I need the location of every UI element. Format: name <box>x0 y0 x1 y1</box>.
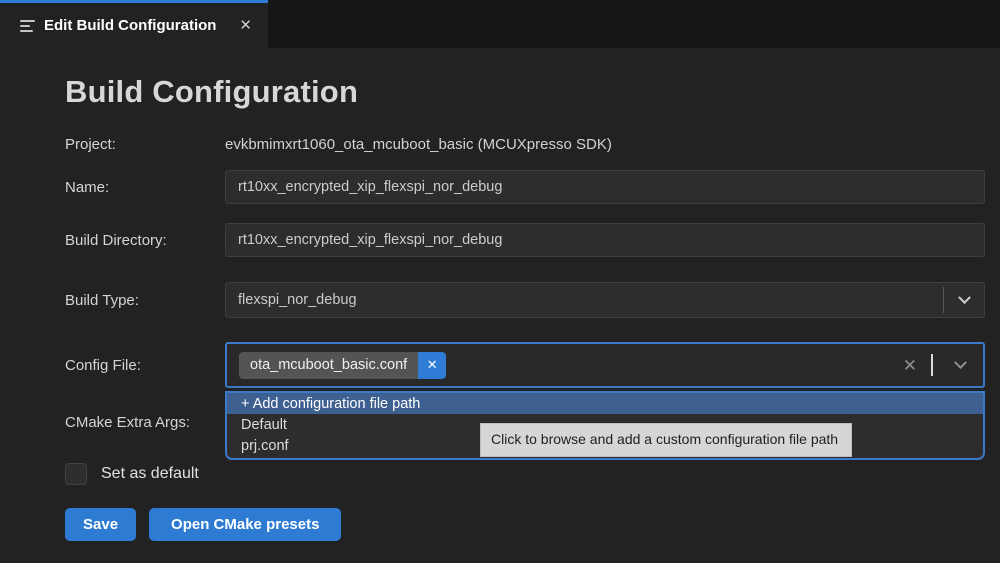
project-value: evkbmimxrt1060_ota_mcuboot_basic (MCUXpr… <box>225 136 612 153</box>
name-input[interactable] <box>225 170 985 204</box>
tab-edit-build-configuration[interactable]: Edit Build Configuration ✕ <box>0 0 268 48</box>
build-config-list-icon <box>20 19 35 32</box>
build-directory-label: Build Directory: <box>65 231 167 249</box>
browse-tooltip: Click to browse and add a custom configu… <box>480 423 852 458</box>
save-button[interactable]: Save <box>65 508 137 541</box>
clear-all-icon[interactable]: ✕ <box>903 357 917 374</box>
chevron-down-icon[interactable] <box>944 290 984 305</box>
tab-title: Edit Build Configuration <box>44 17 217 34</box>
name-row: Name: <box>65 170 985 204</box>
set-as-default-checkbox[interactable] <box>65 463 87 485</box>
build-type-label: Build Type: <box>65 291 139 309</box>
name-label: Name: <box>65 178 110 196</box>
build-directory-input[interactable] <box>225 223 985 257</box>
config-file-label: Config File: <box>65 356 141 374</box>
project-label: Project: <box>65 136 116 153</box>
config-file-chip-label: ota_mcuboot_basic.conf <box>239 351 419 379</box>
config-file-chip: ota_mcuboot_basic.conf ✕ <box>239 351 447 379</box>
text-caret <box>931 354 933 376</box>
open-cmake-presets-button[interactable]: Open CMake presets <box>149 508 342 541</box>
config-file-multiselect[interactable]: ota_mcuboot_basic.conf ✕ ✕ <box>225 342 985 388</box>
dropdown-item-add-config-path[interactable]: + Add configuration file path <box>227 393 983 414</box>
build-type-select[interactable]: flexspi_nor_debug <box>225 282 985 318</box>
project-row: Project: evkbmimxrt1060_ota_mcuboot_basi… <box>65 136 985 153</box>
chip-remove-icon[interactable]: ✕ <box>418 351 447 379</box>
build-type-row: Build Type: flexspi_nor_debug <box>65 282 985 318</box>
set-as-default-label: Set as default <box>101 465 199 482</box>
set-as-default-row: Set as default <box>65 463 985 485</box>
page-title: Build Configuration <box>65 74 359 109</box>
build-directory-row: Build Directory: <box>65 223 985 257</box>
build-type-value: flexspi_nor_debug <box>238 292 357 308</box>
tab-bar: Edit Build Configuration ✕ <box>0 0 1000 48</box>
tab-close-icon[interactable]: ✕ <box>235 15 256 36</box>
action-buttons: Save Open CMake presets <box>65 508 985 541</box>
cmake-extra-args-label: CMake Extra Args: <box>65 413 191 431</box>
config-file-row: Config File: ota_mcuboot_basic.conf ✕ ✕ … <box>65 342 985 460</box>
chevron-down-icon[interactable] <box>947 355 973 370</box>
editor-content: Build Configuration Project: evkbmimxrt1… <box>0 48 1000 563</box>
